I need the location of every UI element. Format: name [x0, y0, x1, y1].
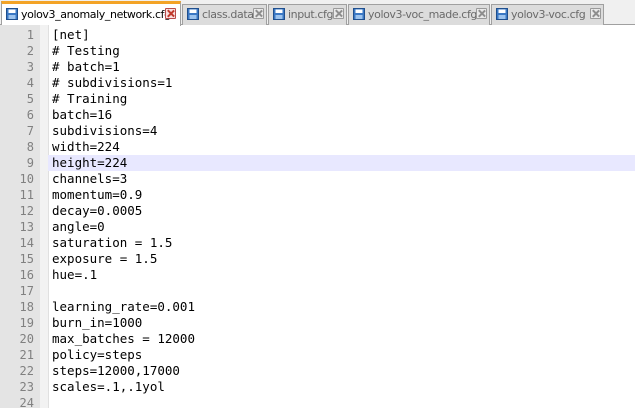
editor-window: yolov3_anomaly_network.cfg class.data in…	[0, 0, 635, 408]
line-number: 17	[19, 284, 34, 298]
line-text[interactable]: scales=.1,.1yol	[52, 379, 165, 395]
file-icon	[353, 8, 365, 20]
line-text[interactable]: exposure = 1.5	[52, 251, 157, 267]
line-text[interactable]: # subdivisions=1	[52, 75, 172, 91]
line-number: 8	[26, 140, 34, 154]
code-line[interactable]: 2 # Testing	[0, 43, 635, 59]
line-number: 21	[19, 348, 34, 362]
code-line[interactable]: 1 [net]	[0, 27, 635, 43]
file-icon	[496, 8, 508, 20]
code-line[interactable]: 23 scales=.1,.1yol	[0, 379, 635, 395]
line-number: 1	[26, 28, 34, 42]
code-line[interactable]: 9 height=224	[0, 155, 635, 171]
line-text[interactable]: [net]	[52, 27, 90, 43]
code-line[interactable]: 11 momentum=0.9	[0, 187, 635, 203]
close-icon[interactable]	[476, 8, 487, 19]
code-line[interactable]: 15 exposure = 1.5	[0, 251, 635, 267]
code-line[interactable]: 13 angle=0	[0, 219, 635, 235]
close-icon[interactable]	[165, 8, 176, 19]
code-line[interactable]: 21 policy=steps	[0, 347, 635, 363]
line-number: 14	[19, 236, 34, 250]
line-number: 22	[19, 364, 34, 378]
line-number: 23	[19, 380, 34, 394]
tab-label: yolov3_anomaly_network.cfg	[21, 8, 171, 21]
text-area[interactable]: 1 [net] 2 # Testing 3 # batch=1 4 # subdivision…	[0, 27, 635, 408]
code-line[interactable]: 19 burn_in=1000	[0, 315, 635, 331]
line-number: 9	[26, 156, 34, 170]
line-number: 18	[19, 300, 34, 314]
line-text[interactable]: # batch=1	[52, 59, 120, 75]
file-icon	[6, 8, 18, 20]
code-line[interactable]: 22 steps=12000,17000	[0, 363, 635, 379]
line-text[interactable]: height=224	[52, 155, 127, 171]
tab-yolov3-anomaly-network-cfg[interactable]: yolov3_anomaly_network.cfg	[1, 1, 181, 26]
close-icon[interactable]	[590, 8, 601, 19]
tab-yolov3-voc-cfg[interactable]: yolov3-voc.cfg	[491, 4, 604, 25]
line-text[interactable]: burn_in=1000	[52, 315, 142, 331]
line-number: 19	[19, 316, 34, 330]
line-number: 4	[26, 76, 34, 90]
tab-label: class.data	[202, 8, 254, 21]
file-icon	[187, 8, 199, 20]
line-text[interactable]: policy=steps	[52, 347, 142, 363]
line-text[interactable]: # Testing	[52, 43, 120, 59]
line-text[interactable]: hue=.1	[52, 267, 97, 283]
code-line[interactable]: 6 batch=16	[0, 107, 635, 123]
tab-yolov3-voc-made-cfg[interactable]: yolov3-voc_made.cfg	[348, 4, 490, 25]
tab-input-cfg[interactable]: input.cfg	[268, 4, 347, 25]
code-line[interactable]: 3 # batch=1	[0, 59, 635, 75]
close-icon[interactable]	[333, 8, 344, 19]
code-line[interactable]: 7 subdivisions=4	[0, 123, 635, 139]
line-text[interactable]: channels=3	[52, 171, 127, 187]
line-number: 6	[26, 108, 34, 122]
line-number: 11	[19, 188, 34, 202]
line-number: 12	[19, 204, 34, 218]
line-text[interactable]: steps=12000,17000	[52, 363, 180, 379]
tab-bar: yolov3_anomaly_network.cfg class.data in…	[0, 0, 635, 26]
code-line[interactable]: 12 decay=0.0005	[0, 203, 635, 219]
line-text[interactable]: # Training	[52, 91, 127, 107]
code-line[interactable]: 17	[0, 283, 635, 299]
line-number: 3	[26, 60, 34, 74]
line-text[interactable]: max_batches = 12000	[52, 331, 195, 347]
tab-label: input.cfg	[288, 8, 334, 21]
file-icon	[273, 8, 285, 20]
code-line[interactable]: 16 hue=.1	[0, 267, 635, 283]
line-number: 16	[19, 268, 34, 282]
tab-label: yolov3-voc.cfg	[511, 8, 586, 21]
code-line[interactable]: 14 saturation = 1.5	[0, 235, 635, 251]
code-line[interactable]: 4 # subdivisions=1	[0, 75, 635, 91]
code-line[interactable]: 24	[0, 395, 635, 408]
code-line[interactable]: 18 learning_rate=0.001	[0, 299, 635, 315]
line-number: 13	[19, 220, 34, 234]
line-text[interactable]: learning_rate=0.001	[52, 299, 195, 315]
code-line[interactable]: 20 max_batches = 12000	[0, 331, 635, 347]
line-text[interactable]: angle=0	[52, 219, 105, 235]
line-text[interactable]: decay=0.0005	[52, 203, 142, 219]
line-number: 7	[26, 124, 34, 138]
line-number: 5	[26, 92, 34, 106]
line-text[interactable]: saturation = 1.5	[52, 235, 172, 251]
code-line[interactable]: 8 width=224	[0, 139, 635, 155]
line-text[interactable]: momentum=0.9	[52, 187, 142, 203]
tab-class-data[interactable]: class.data	[182, 4, 267, 25]
line-number: 24	[19, 396, 34, 408]
tab-label: yolov3-voc_made.cfg	[368, 8, 478, 21]
line-text[interactable]: batch=16	[52, 107, 112, 123]
line-number: 20	[19, 332, 34, 346]
line-number: 2	[26, 44, 34, 58]
line-text[interactable]: subdivisions=4	[52, 123, 157, 139]
code-line[interactable]: 10 channels=3	[0, 171, 635, 187]
current-line-highlight	[48, 155, 635, 171]
line-text[interactable]: width=224	[52, 139, 120, 155]
code-line[interactable]: 5 # Training	[0, 91, 635, 107]
close-icon[interactable]	[253, 8, 264, 19]
line-number: 10	[19, 172, 34, 186]
line-number: 15	[19, 252, 34, 266]
